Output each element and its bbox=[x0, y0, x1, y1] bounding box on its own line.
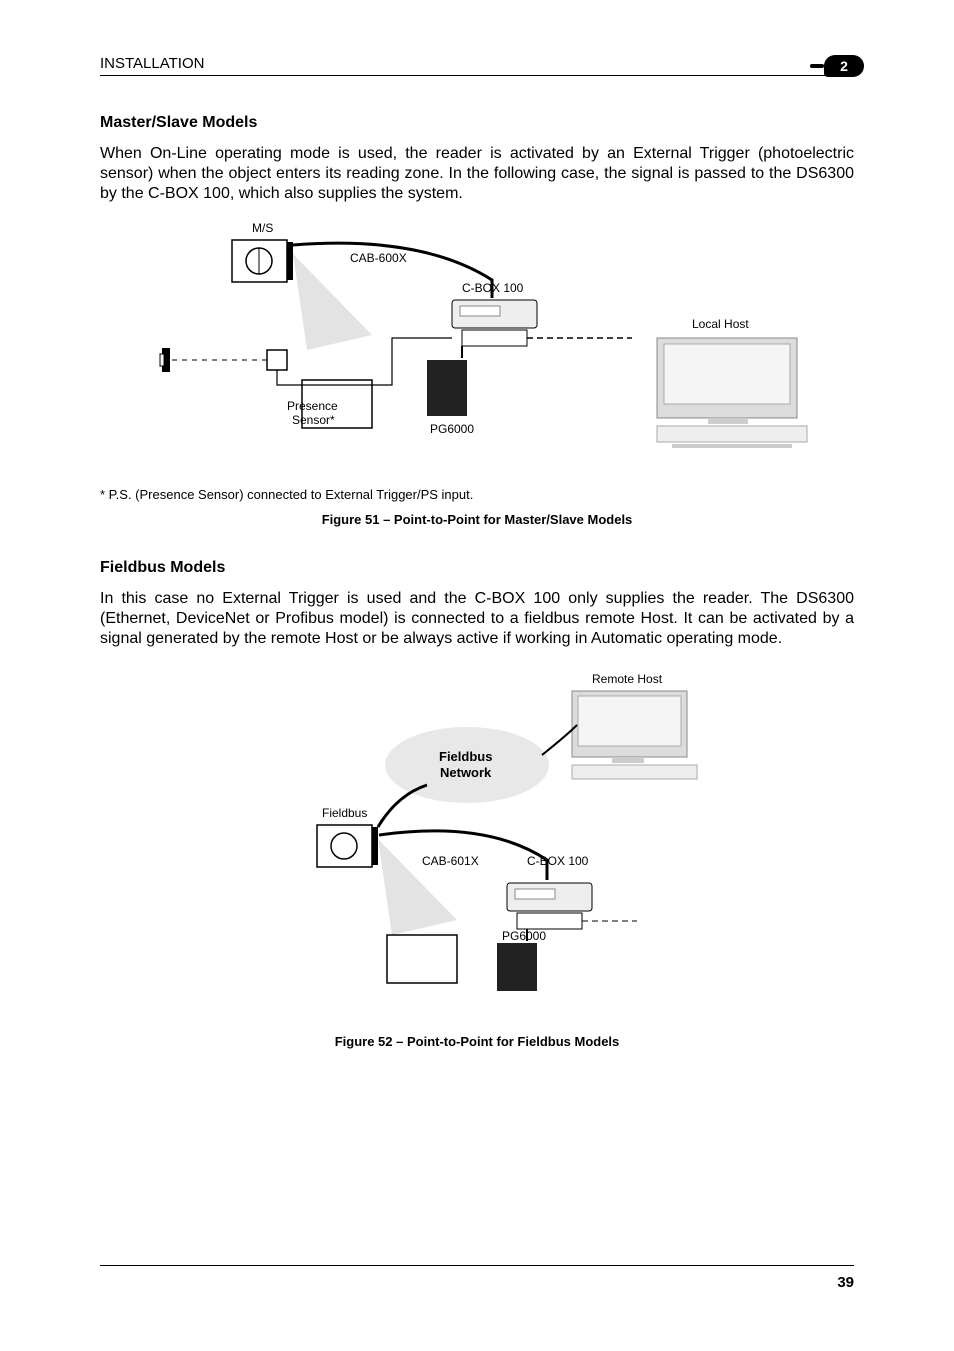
figure-52-caption: Figure 52 – Point-to-Point for Fieldbus … bbox=[100, 1034, 854, 1049]
label-pg6000-2: PG6000 bbox=[502, 929, 546, 943]
page-number: 39 bbox=[837, 1274, 854, 1291]
label-cbox100-1: C-BOX 100 bbox=[462, 281, 524, 295]
label-ms: M/S bbox=[252, 221, 273, 235]
section2-heading: Fieldbus Models bbox=[100, 559, 854, 577]
label-presence1: Presence bbox=[287, 399, 338, 413]
page-footer: 39 bbox=[100, 1265, 854, 1291]
label-fbnet2: Network bbox=[440, 765, 492, 780]
figure-52: Remote Host Fieldbus Network Fieldbus CA… bbox=[100, 665, 854, 1010]
chapter-badge: 2 bbox=[824, 55, 864, 77]
figure-52-svg: Remote Host Fieldbus Network Fieldbus CA… bbox=[197, 665, 757, 1005]
label-fieldbus: Fieldbus bbox=[322, 806, 367, 820]
label-cab600x: CAB-600X bbox=[350, 251, 407, 265]
header-section: INSTALLATION bbox=[100, 55, 204, 72]
label-remotehost: Remote Host bbox=[592, 672, 663, 686]
figure-51: M/S CAB-600X C-BOX 100 Local Host PG6000… bbox=[100, 220, 854, 475]
section2-paragraph: In this case no External Trigger is used… bbox=[100, 589, 854, 649]
figure-51-svg: M/S CAB-600X C-BOX 100 Local Host PG6000… bbox=[112, 220, 842, 470]
chapter-number: 2 bbox=[840, 58, 848, 74]
label-pg6000-1: PG6000 bbox=[430, 422, 474, 436]
label-presence2: Sensor* bbox=[292, 413, 335, 427]
label-localhost: Local Host bbox=[692, 317, 749, 331]
figure-51-caption: Figure 51 – Point-to-Point for Master/Sl… bbox=[100, 512, 854, 527]
label-cab601x: CAB-601X bbox=[422, 854, 479, 868]
label-cbox100-2: C-BOX 100 bbox=[527, 854, 589, 868]
figure-51-footnote: * P.S. (Presence Sensor) connected to Ex… bbox=[100, 487, 854, 502]
section1-heading: Master/Slave Models bbox=[100, 114, 854, 132]
label-fbnet1: Fieldbus bbox=[439, 749, 492, 764]
page-header: INSTALLATION bbox=[100, 55, 854, 76]
section1-paragraph: When On-Line operating mode is used, the… bbox=[100, 144, 854, 204]
